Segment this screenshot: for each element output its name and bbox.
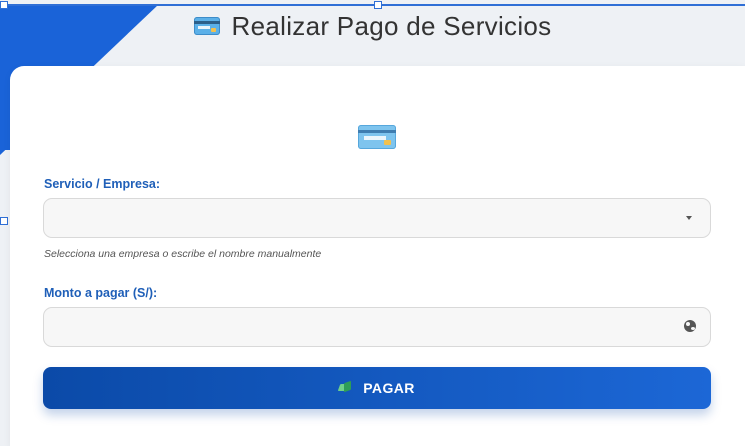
amount-input[interactable] [43,307,711,347]
chevron-down-icon[interactable] [686,216,692,220]
service-label: Servicio / Empresa: [44,177,161,191]
money-icon [339,382,353,394]
credit-card-icon [193,17,220,35]
service-select[interactable] [43,198,711,238]
pay-button-label: PAGAR [363,380,415,396]
page-title: Realizar Pago de Servicios [231,10,552,41]
pay-button[interactable]: PAGAR [43,367,711,409]
credit-card-icon [358,125,396,149]
amount-label: Monto a pagar (S/): [44,286,158,300]
page-header: Realizar Pago de Servicios [0,6,745,46]
resize-handle-left[interactable] [0,217,8,225]
payment-form-card: Servicio / Empresa: Selecciona una empre… [10,66,745,446]
service-help-text: Selecciona una empresa o escribe el nomb… [44,248,322,260]
globe-icon [684,320,696,332]
